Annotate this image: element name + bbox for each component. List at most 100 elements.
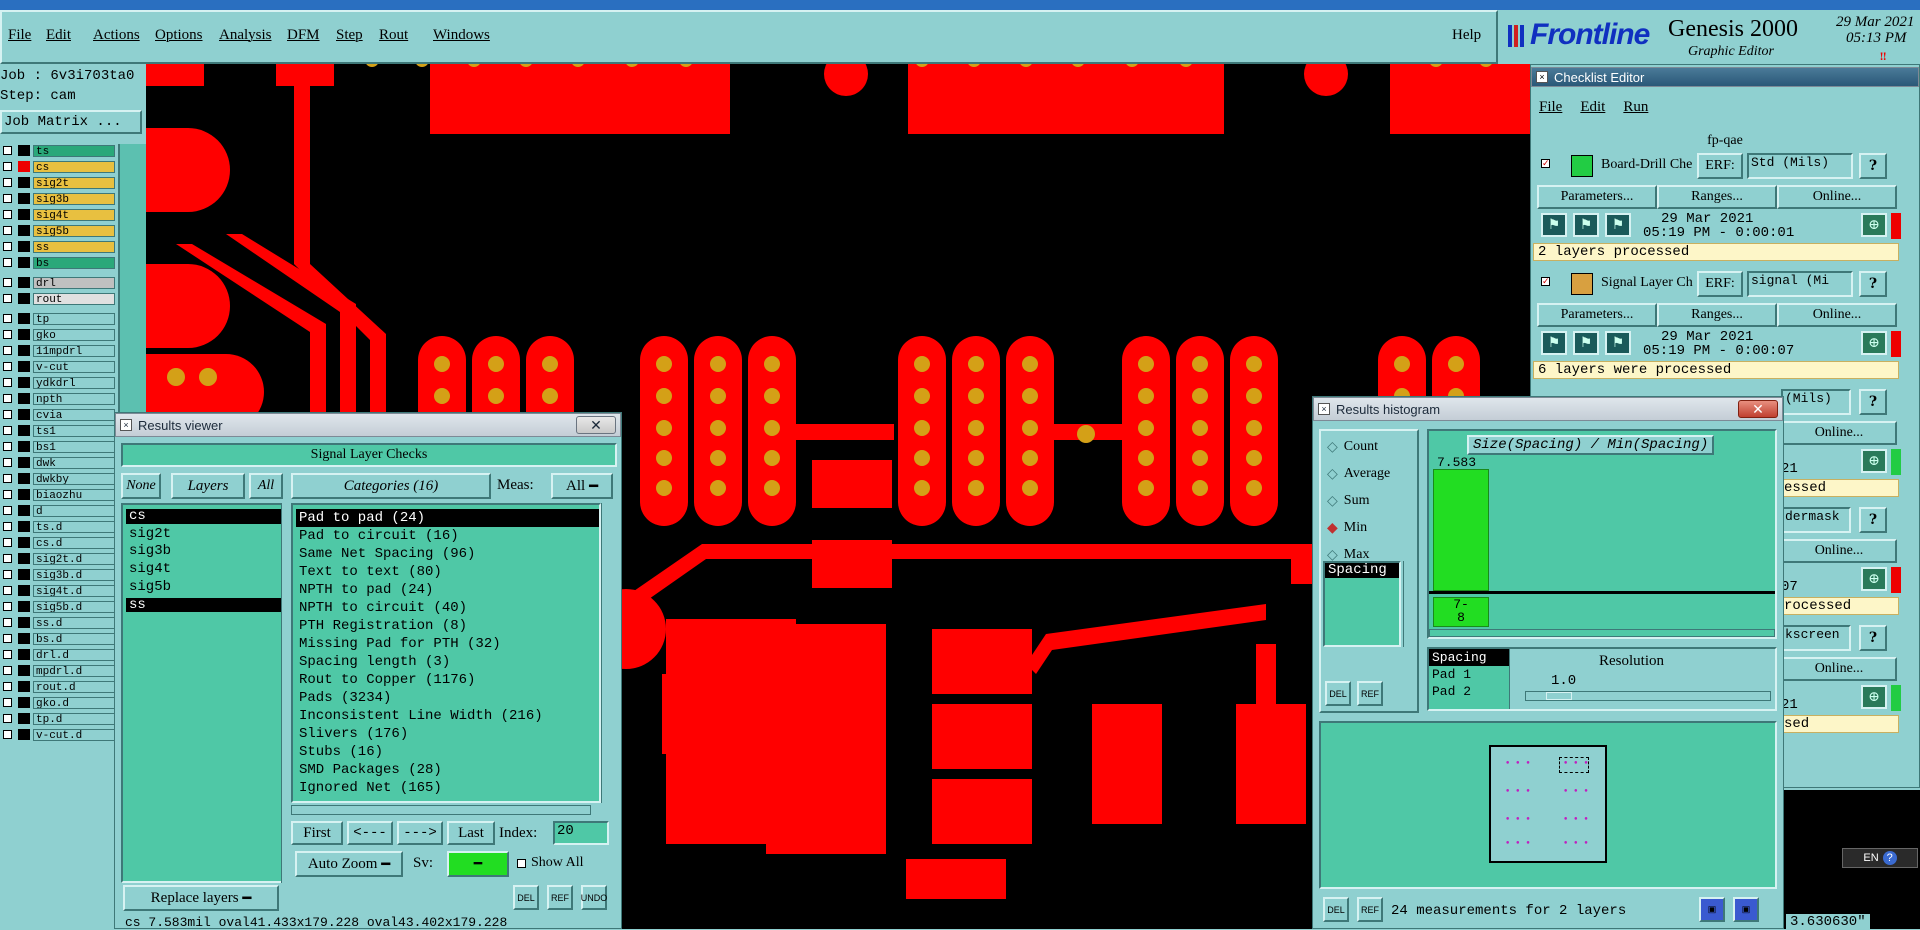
category-item[interactable]: SMD Packages (28) <box>296 761 599 779</box>
layer-name[interactable]: mpdrl.d <box>33 664 115 677</box>
layer-checkbox[interactable] <box>3 730 12 739</box>
layer-checkbox[interactable] <box>3 618 12 627</box>
layer-checkbox[interactable] <box>3 294 12 303</box>
layer-name[interactable]: sig2t.d <box>33 552 115 565</box>
layer-name[interactable]: sig3b <box>33 192 115 205</box>
layer-checkbox[interactable] <box>3 194 12 203</box>
job-matrix-button[interactable]: Job Matrix ... <box>0 110 142 134</box>
online-button[interactable]: Online... <box>1777 185 1897 209</box>
online-button[interactable]: Online... <box>1781 421 1897 445</box>
run-icon[interactable]: ⚑ <box>1541 213 1567 237</box>
first-button[interactable]: First <box>291 821 343 845</box>
help-icon[interactable]: ? <box>1859 625 1887 651</box>
layer-checkbox[interactable] <box>3 394 12 403</box>
layer-checkbox[interactable] <box>3 330 12 339</box>
category-item[interactable]: Stubs (16) <box>296 743 599 761</box>
auto-zoom-select[interactable]: Auto Zoom ━ <box>295 851 403 877</box>
layer-name[interactable]: cvia <box>33 408 115 421</box>
attr-item[interactable]: Pad 1 <box>1429 666 1509 683</box>
zoom-results-icon[interactable]: ⊕ <box>1861 685 1887 709</box>
action-checkbox[interactable]: ✓ <box>1541 159 1550 169</box>
layer-checkbox[interactable] <box>3 586 12 595</box>
layer-name[interactable]: dwkby <box>33 472 115 485</box>
prev-button[interactable]: <--- <box>347 821 393 845</box>
layer-name[interactable]: gko <box>33 328 115 341</box>
sv-color-select[interactable]: ━ <box>447 851 509 877</box>
index-input[interactable]: 20 <box>553 821 609 845</box>
layer-checkbox[interactable] <box>3 570 12 579</box>
erf-value[interactable]: signal (Mi <box>1747 271 1853 297</box>
help-icon[interactable]: ? <box>1859 153 1887 179</box>
categories-hscrollbar[interactable] <box>291 805 591 815</box>
measurement-marker[interactable]: • • • <box>1505 839 1532 849</box>
category-item[interactable]: Missing Pad for PTH (32) <box>296 635 599 653</box>
attr-item[interactable]: Pad 2 <box>1429 683 1509 700</box>
histogram-bar[interactable] <box>1433 469 1489 591</box>
results-viewer-titlebar[interactable]: × Results viewer ✕ <box>115 413 621 437</box>
checklist-menu-file[interactable]: File <box>1539 99 1562 116</box>
layer-checkbox[interactable] <box>3 506 12 515</box>
last-button[interactable]: Last <box>447 821 495 845</box>
parameters-button[interactable]: Parameters... <box>1537 185 1657 209</box>
layer-name[interactable]: sig4t.d <box>33 584 115 597</box>
run-all-icon[interactable]: ⚑ <box>1605 213 1631 237</box>
hist-del-button-bottom[interactable]: DEL <box>1323 897 1349 922</box>
list-item[interactable]: sig3b <box>126 544 281 559</box>
erf-value[interactable]: Std (Mils) <box>1747 153 1853 179</box>
category-item[interactable]: Inconsistent Line Width (216) <box>296 707 599 725</box>
layer-checkbox[interactable] <box>3 458 12 467</box>
layer-name[interactable]: ydkdrl <box>33 376 115 389</box>
list-item[interactable]: Spacing <box>1325 563 1399 578</box>
layer-checkbox[interactable] <box>3 682 12 691</box>
layer-name[interactable]: v-cut <box>33 360 115 373</box>
layer-name[interactable]: cs.d <box>33 536 115 549</box>
report-icon[interactable]: ▣ <box>1733 897 1759 922</box>
layer-checkbox[interactable] <box>3 442 12 451</box>
layer-name[interactable]: cs <box>33 160 115 173</box>
layer-name[interactable]: sig3b.d <box>33 568 115 581</box>
list-item[interactable]: sig2t <box>126 526 281 542</box>
measurement-marker[interactable]: • • • <box>1505 759 1532 769</box>
erf-value[interactable]: kscreen <box>1781 625 1851 651</box>
layer-name[interactable]: tp <box>33 312 115 325</box>
parameters-button[interactable]: Parameters... <box>1537 303 1657 327</box>
layer-name[interactable]: biaozhu <box>33 488 115 501</box>
layer-name[interactable]: sig4t <box>33 208 115 221</box>
erf-button[interactable]: ERF: <box>1697 153 1743 179</box>
checklist-menu-edit[interactable]: Edit <box>1580 99 1605 116</box>
meas-select[interactable]: All ━ <box>551 473 613 499</box>
layer-checkbox[interactable] <box>3 410 12 419</box>
layer-checkbox[interactable] <box>3 210 12 219</box>
menu-rout[interactable]: Rout <box>379 27 408 44</box>
online-button[interactable]: Online... <box>1781 539 1897 563</box>
menu-options[interactable]: Options <box>155 27 203 44</box>
layer-name[interactable]: v-cut.d <box>33 728 115 741</box>
mode-average-radio[interactable]: ◇ Average <box>1327 466 1390 482</box>
category-item[interactable]: Pads (3234) <box>296 689 599 707</box>
layer-name[interactable]: drl.d <box>33 648 115 661</box>
layer-checkbox[interactable] <box>3 242 12 251</box>
attr-list-scrollbar[interactable] <box>1403 561 1415 647</box>
layers-button[interactable]: Layers <box>171 473 245 499</box>
layer-name[interactable]: ts.d <box>33 520 115 533</box>
layer-checkbox[interactable] <box>3 258 12 267</box>
mode-sum-radio[interactable]: ◇ Sum <box>1327 493 1369 509</box>
layer-checkbox[interactable] <box>3 314 12 323</box>
categories-button[interactable]: Categories (16) <box>291 473 491 499</box>
none-button[interactable]: None <box>121 473 161 499</box>
category-item[interactable]: Pad to circuit (16) <box>296 527 599 545</box>
help-icon[interactable]: ? <box>1859 389 1887 415</box>
zoom-results-icon[interactable]: ⊕ <box>1861 567 1887 591</box>
measurement-marker[interactable]: • • • <box>1563 787 1590 797</box>
menu-edit[interactable]: Edit <box>46 27 71 44</box>
layer-name[interactable]: ss <box>33 240 115 253</box>
layer-name[interactable]: npth <box>33 392 115 405</box>
close-icon[interactable]: ✕ <box>1738 400 1778 418</box>
menu-file[interactable]: File <box>8 27 31 44</box>
hist-ref-button[interactable]: REF <box>1357 681 1383 706</box>
layer-checkbox[interactable] <box>3 714 12 723</box>
measurement-marker[interactable]: • • • <box>1505 787 1532 797</box>
erf-value[interactable]: (Mils) <box>1781 389 1851 415</box>
online-button[interactable]: Online... <box>1777 303 1897 327</box>
preview-board[interactable]: • • • • • • • • • • • • • • • • • • • • • • • • <box>1489 745 1607 863</box>
